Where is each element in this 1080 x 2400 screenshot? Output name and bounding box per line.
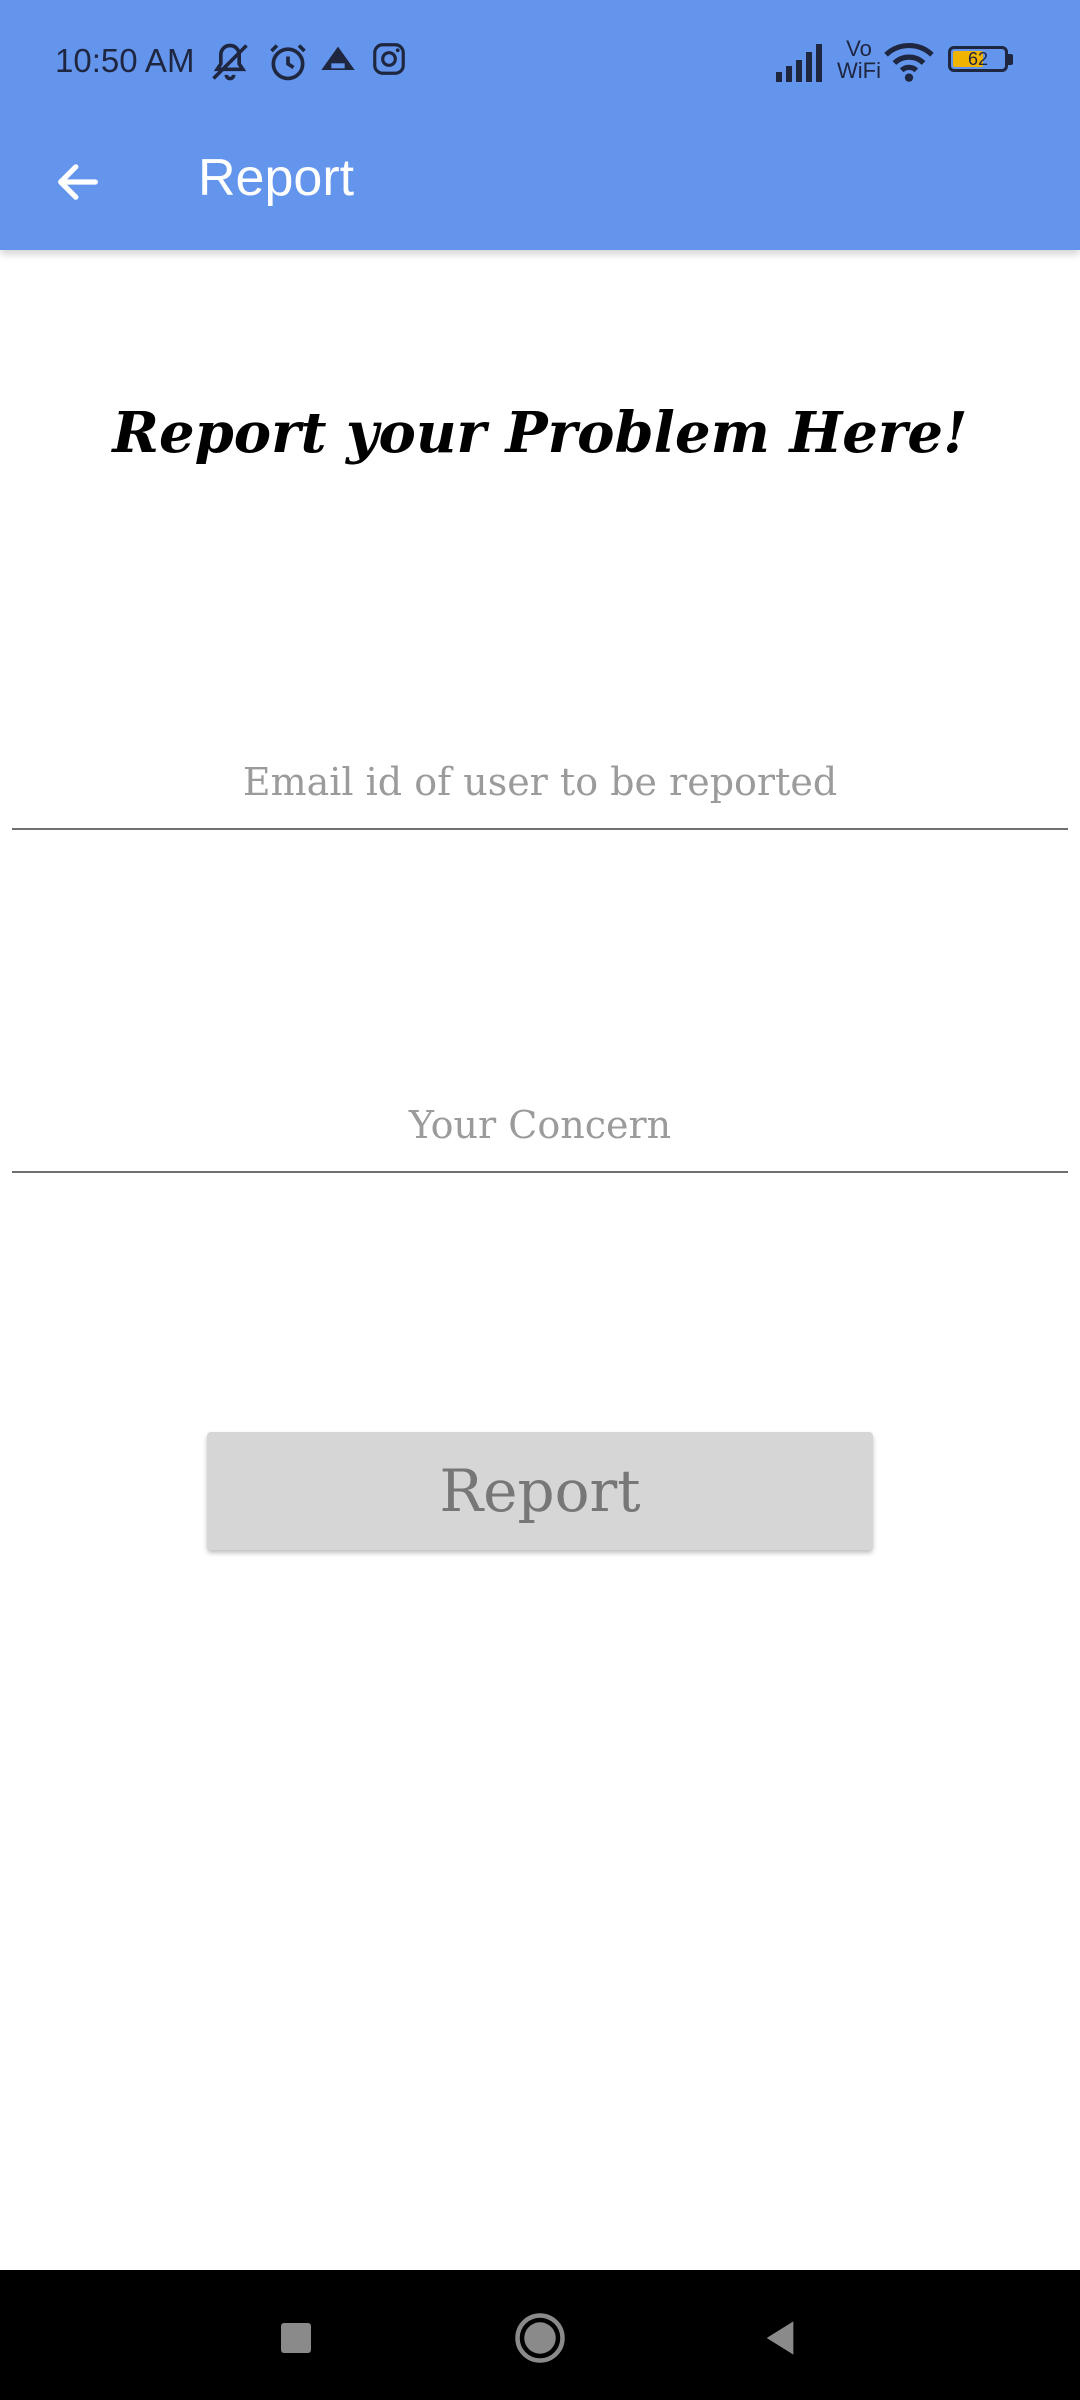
recents-icon (281, 2323, 311, 2353)
page-title: Report (198, 149, 355, 207)
home-button[interactable] (510, 2308, 570, 2368)
mute-icon (208, 40, 252, 89)
wifi-icon (884, 42, 934, 87)
battery-icon: 62 (948, 46, 1014, 76)
alarm-icon (266, 40, 310, 89)
email-field[interactable] (12, 748, 1068, 828)
status-time: 10:50 AM (55, 42, 195, 79)
report-button[interactable]: Report (207, 1432, 873, 1550)
report-heading: Report your Problem Here! (112, 400, 968, 466)
vowifi-icon: Vo WiFi (837, 36, 881, 83)
battery-level: 62 (967, 49, 989, 69)
back-button[interactable] (40, 144, 116, 220)
app-bar: 10:50 AM Vo WiFi 62 Report (0, 0, 1080, 250)
signal-icon (776, 44, 828, 87)
instagram-icon (370, 40, 408, 83)
status-bar: 10:50 AM Vo WiFi 62 (0, 0, 1080, 126)
arrow-left-icon (58, 164, 98, 200)
vpn-icon (318, 40, 358, 85)
nav-back-button[interactable] (750, 2308, 810, 2368)
email-field-container (12, 748, 1068, 830)
back-icon (766, 2321, 794, 2355)
toolbar: Report (0, 126, 1080, 250)
recents-button[interactable] (266, 2308, 326, 2368)
concern-field-container (12, 1091, 1068, 1173)
system-nav-bar (0, 2270, 1080, 2400)
concern-field[interactable] (12, 1091, 1068, 1171)
home-icon (515, 2313, 565, 2363)
